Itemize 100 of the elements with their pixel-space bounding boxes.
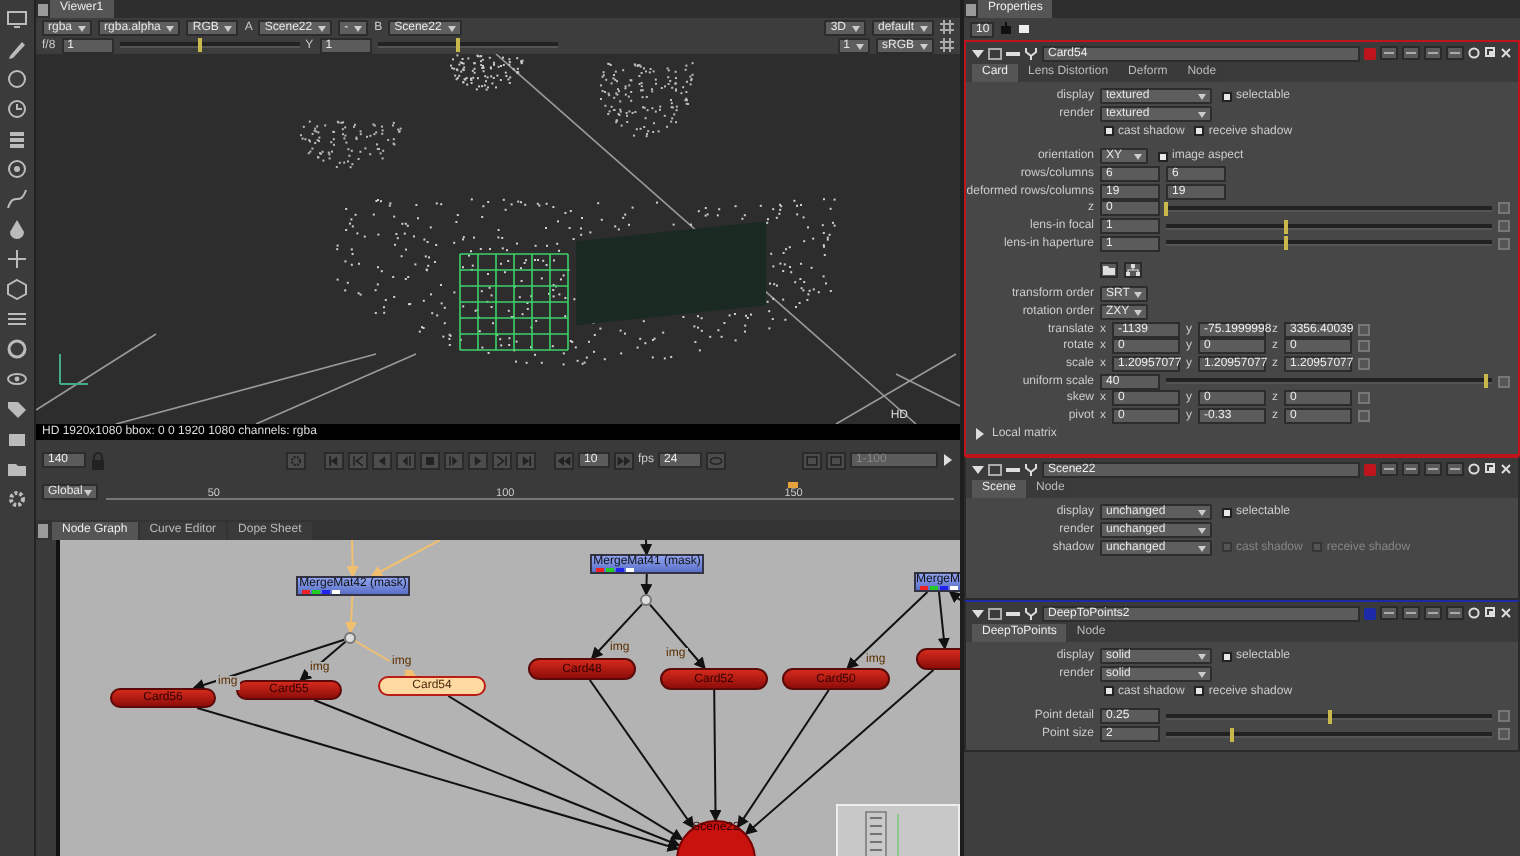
caret-icon[interactable]: [942, 452, 954, 468]
clock-icon[interactable]: [6, 98, 28, 120]
box-icon[interactable]: [988, 47, 1002, 59]
hierarchy-button[interactable]: [1124, 261, 1142, 278]
curve-icon[interactable]: [6, 188, 28, 210]
box-icon[interactable]: [988, 607, 1002, 619]
window-icon[interactable]: [1446, 606, 1464, 620]
move-icon[interactable]: [6, 248, 28, 270]
checkbox[interactable]: [1194, 686, 1205, 697]
help-icon[interactable]: [1468, 46, 1480, 60]
in-point-icon: [804, 451, 820, 469]
list-icon[interactable]: [1402, 462, 1420, 476]
copy-icon[interactable]: [1380, 606, 1398, 620]
tag-icon[interactable]: [6, 398, 28, 420]
fork-icon[interactable]: [1024, 463, 1038, 475]
node-icon[interactable]: [1000, 22, 1012, 36]
dot-node[interactable]: [344, 632, 356, 644]
dash-icon[interactable]: [1006, 463, 1020, 475]
window-icon[interactable]: [1446, 46, 1464, 60]
stack-icon[interactable]: [6, 128, 28, 150]
slider-track[interactable]: [1166, 731, 1492, 738]
fork-icon[interactable]: [1024, 47, 1038, 59]
dash-icon[interactable]: [1006, 47, 1020, 59]
slider-thumb[interactable]: [198, 38, 203, 52]
cube-icon[interactable]: [6, 278, 28, 300]
checkbox[interactable]: [1194, 126, 1205, 137]
pencil-icon[interactable]: [6, 38, 28, 60]
close-icon[interactable]: [1500, 606, 1512, 620]
skip-start-icon: [326, 451, 342, 469]
skip-forward-icon: [494, 451, 510, 469]
slider-track[interactable]: [1166, 240, 1492, 247]
slider-thumb[interactable]: [1229, 727, 1234, 742]
slider-track[interactable]: [1166, 205, 1492, 212]
node-color-swatch[interactable]: [1364, 47, 1376, 59]
list-icon[interactable]: [1424, 606, 1442, 620]
help-icon[interactable]: [1468, 606, 1480, 620]
checkbox[interactable]: [1158, 151, 1168, 162]
checkbox[interactable]: [1222, 91, 1232, 102]
list-icon[interactable]: [1402, 46, 1420, 60]
folder-icon: [1102, 263, 1116, 276]
expand-arrow-icon[interactable]: [974, 427, 986, 440]
grid-icon[interactable]: [940, 38, 954, 52]
connector-arrow: [640, 540, 653, 556]
dot-node[interactable]: [640, 594, 652, 606]
checkbox[interactable]: [1222, 651, 1232, 662]
connector-arrow: [344, 595, 357, 634]
list-icon[interactable]: [1424, 462, 1442, 476]
folder-icon[interactable]: [6, 458, 28, 480]
slider-track[interactable]: [1166, 378, 1492, 385]
list-icon[interactable]: [1402, 606, 1420, 620]
collapse-arrow-icon[interactable]: [972, 607, 984, 619]
close-icon[interactable]: [1500, 462, 1512, 476]
fork-icon[interactable]: [1024, 607, 1038, 619]
panel-menu-icon[interactable]: [964, 2, 978, 18]
connector-arrow: [709, 689, 722, 822]
copy-icon[interactable]: [1380, 46, 1398, 60]
float-icon[interactable]: [1484, 462, 1496, 476]
dash-icon[interactable]: [1006, 607, 1020, 619]
copy-icon[interactable]: [1380, 462, 1398, 476]
droplet-icon[interactable]: [6, 218, 28, 240]
ring-icon[interactable]: [6, 338, 28, 360]
panel-menu-icon[interactable]: [36, 2, 50, 18]
box-icon[interactable]: [6, 428, 28, 450]
node-color-swatch[interactable]: [1364, 607, 1376, 619]
list-icon[interactable]: [1424, 46, 1442, 60]
vertical-scrollbar[interactable]: [36, 540, 60, 856]
viewer-icon[interactable]: [6, 8, 28, 30]
gear-icon[interactable]: [6, 488, 28, 510]
slider-track[interactable]: [1166, 713, 1492, 720]
lines-icon[interactable]: [6, 308, 28, 330]
connector-arrow: [590, 603, 643, 660]
collapse-arrow-icon[interactable]: [972, 47, 984, 59]
folder-button[interactable]: [1100, 261, 1118, 278]
panel-menu-icon[interactable]: [36, 522, 50, 540]
node-color-swatch[interactable]: [1364, 463, 1376, 475]
grid-icon[interactable]: [940, 20, 954, 34]
circle-icon[interactable]: [6, 68, 28, 90]
slider-thumb[interactable]: [456, 38, 461, 52]
collapse-arrow-icon[interactable]: [972, 463, 984, 475]
checkbox[interactable]: [1222, 507, 1232, 518]
checkbox[interactable]: [1104, 126, 1114, 137]
minimap[interactable]: [836, 804, 960, 856]
card-node[interactable]: [916, 648, 960, 670]
float-icon[interactable]: [1484, 606, 1496, 620]
connector-arrow: [354, 640, 417, 677]
box-icon[interactable]: [988, 463, 1002, 475]
slider-track[interactable]: [1166, 223, 1492, 230]
playhead[interactable]: [788, 482, 799, 488]
checkbox[interactable]: [1104, 686, 1114, 697]
close-icon[interactable]: [1500, 46, 1512, 60]
help-icon[interactable]: [1468, 462, 1480, 476]
clear-icon[interactable]: [1018, 22, 1030, 36]
window-icon[interactable]: [1446, 462, 1464, 476]
float-icon[interactable]: [1484, 46, 1496, 60]
eye-icon[interactable]: [6, 368, 28, 390]
slider-thumb[interactable]: [1284, 236, 1289, 251]
connector-arrow: [370, 540, 441, 577]
skip-start-button[interactable]: [324, 451, 344, 469]
slider-thumb[interactable]: [1483, 374, 1488, 389]
slider-thumb[interactable]: [1284, 219, 1289, 234]
